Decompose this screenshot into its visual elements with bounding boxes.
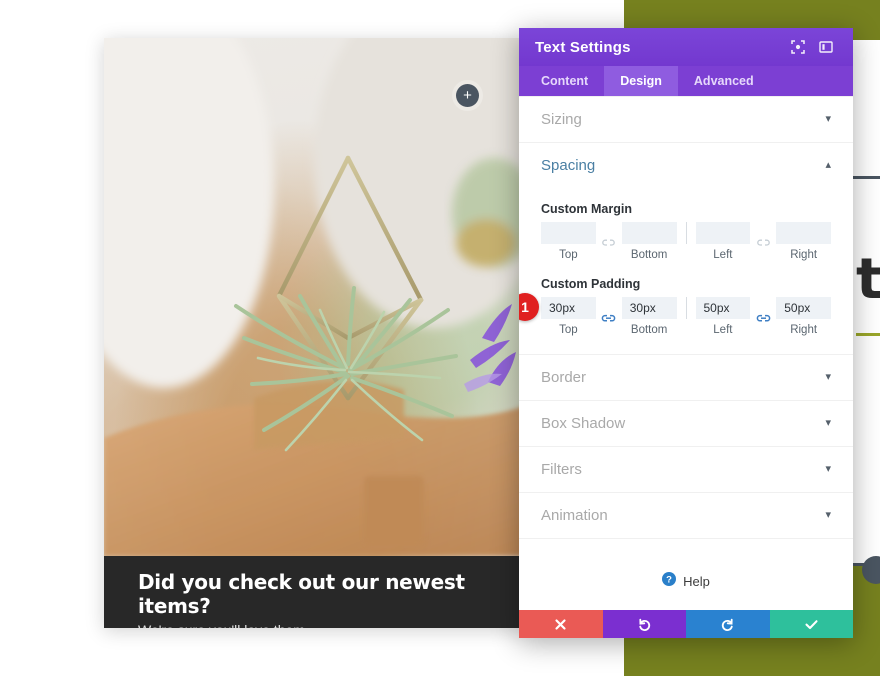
cancel-button[interactable]: [519, 610, 603, 638]
padding-divider: [685, 297, 687, 319]
add-module-button[interactable]: +: [456, 84, 479, 107]
custom-margin-label: Custom Margin: [541, 202, 632, 216]
card-caption: Did you check out our newest items? We'r…: [104, 556, 524, 628]
padding-lr-link-icon[interactable]: [750, 310, 776, 324]
chevron-up-icon: ▴: [825, 159, 831, 171]
tab-content[interactable]: Content: [525, 66, 604, 96]
margin-left-caption: Left: [713, 249, 733, 261]
padding-left-input[interactable]: [695, 297, 751, 319]
text-settings-modal: Text Settings Content Design Advanced He…: [519, 28, 853, 638]
chevron-down-icon: ▾: [825, 113, 831, 125]
margin-divider: [685, 222, 687, 244]
section-spacing[interactable]: Spacing ▴: [519, 143, 853, 188]
card-photo: [104, 38, 524, 556]
tab-advanced[interactable]: Advanced: [678, 66, 770, 96]
image-text-card: + Did you check out our newest items? We…: [104, 38, 524, 628]
padding-bottom-caption: Bottom: [630, 324, 668, 336]
fullscreen-icon[interactable]: [787, 36, 809, 58]
svg-text:?: ?: [666, 574, 672, 585]
section-box-shadow-label: Box Shadow: [541, 415, 626, 432]
background-heading-text: th: [856, 247, 880, 312]
redo-button[interactable]: [686, 610, 770, 638]
section-border[interactable]: Border ▾: [519, 355, 853, 401]
section-spacing-label: Spacing: [541, 157, 596, 174]
step-badge-1: 1: [519, 293, 539, 321]
margin-top-cell: Top: [541, 222, 596, 261]
chevron-down-icon: ▾: [825, 509, 831, 521]
padding-bottom-cell: Bottom: [621, 297, 677, 336]
custom-margin-fields: Top Bottom Left Right: [541, 222, 831, 261]
section-box-shadow[interactable]: Box Shadow ▾: [519, 401, 853, 447]
margin-top-input[interactable]: [541, 222, 596, 244]
custom-padding-label: Custom Padding: [541, 277, 641, 291]
spacing-panel: Custom Margin Top Bottom Left Right Cust…: [519, 188, 853, 355]
background-heading-rule: [856, 333, 880, 336]
selected-module-outline[interactable]: [849, 176, 880, 566]
margin-top-caption: Top: [559, 249, 578, 261]
section-filters[interactable]: Filters ▾: [519, 447, 853, 493]
margin-left-cell: Left: [695, 222, 751, 261]
chevron-down-icon: ▾: [825, 371, 831, 383]
custom-padding-fields: 1 Top Bottom: [519, 293, 831, 336]
caption-title: Did you check out our newest items?: [138, 570, 465, 618]
help-link[interactable]: ? Help: [519, 552, 853, 610]
padding-bottom-input[interactable]: [621, 297, 677, 319]
modal-title: Text Settings: [535, 38, 631, 56]
section-sizing[interactable]: Sizing ▾: [519, 97, 853, 143]
margin-right-cell: Right: [776, 222, 831, 261]
save-button[interactable]: [769, 610, 853, 638]
section-animation[interactable]: Animation ▾: [519, 493, 853, 539]
padding-right-input[interactable]: [776, 297, 831, 319]
padding-tb-link-icon[interactable]: [596, 310, 622, 324]
section-sizing-label: Sizing: [541, 111, 582, 128]
padding-right-caption: Right: [790, 324, 818, 336]
photo-artwork: [104, 38, 524, 556]
margin-right-caption: Right: [790, 249, 818, 261]
section-border-label: Border: [541, 369, 587, 386]
help-icon: ?: [662, 571, 677, 591]
margin-bottom-input[interactable]: [621, 222, 677, 244]
panel-layout-icon[interactable]: [815, 36, 837, 58]
undo-button[interactable]: [602, 610, 686, 638]
settings-scroll-area[interactable]: Heading Text ▾ Sizing ▾ Spacing ▴ Custom…: [519, 96, 853, 552]
margin-left-input[interactable]: [695, 222, 751, 244]
padding-right-cell: Right: [776, 297, 831, 336]
margin-bottom-caption: Bottom: [630, 249, 668, 261]
modal-header: Text Settings: [519, 28, 853, 66]
chevron-down-icon: ▾: [825, 417, 831, 429]
padding-left-cell: Left: [695, 297, 751, 336]
margin-bottom-cell: Bottom: [621, 222, 677, 261]
margin-tb-unlink-icon[interactable]: [596, 235, 622, 248]
padding-left-caption: Left: [713, 324, 733, 336]
tab-design[interactable]: Design: [604, 66, 678, 96]
modal-footer: [519, 610, 853, 638]
padding-top-caption: Top: [559, 324, 578, 336]
margin-lr-unlink-icon[interactable]: [750, 235, 776, 248]
help-label: Help: [683, 573, 710, 589]
modal-tabs: Content Design Advanced: [519, 66, 853, 96]
padding-top-input[interactable]: [541, 297, 596, 319]
caption-subtitle: We're sure you'll love them.: [138, 622, 490, 628]
chevron-down-icon: ▾: [825, 463, 831, 475]
padding-top-cell: Top: [541, 297, 596, 336]
section-filters-label: Filters: [541, 461, 582, 478]
section-animation-label: Animation: [541, 507, 608, 524]
margin-right-input[interactable]: [776, 222, 831, 244]
